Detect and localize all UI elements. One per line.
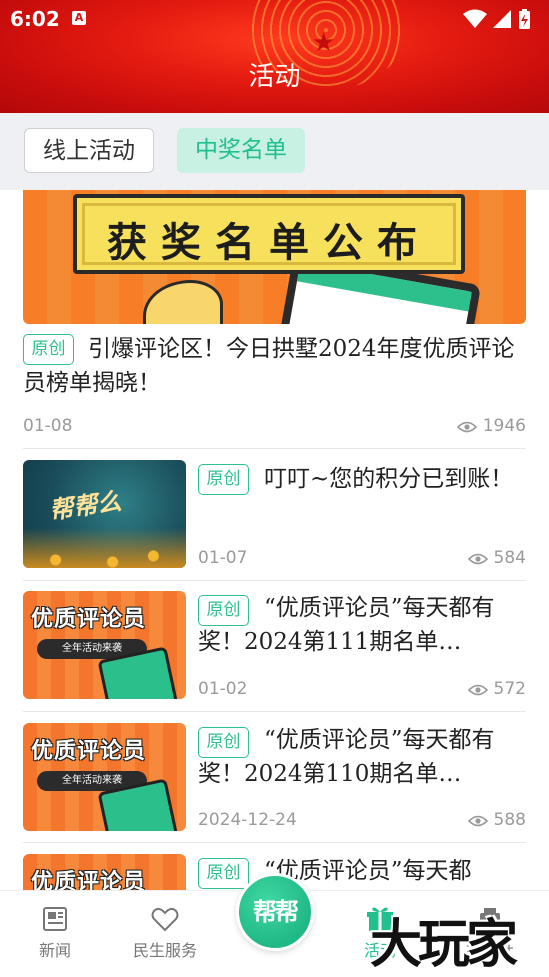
eye-icon <box>456 421 477 433</box>
heart-icon <box>151 907 179 932</box>
article-views: 1946 <box>400 416 526 436</box>
watermark-logo: 大玩家 <box>370 915 518 975</box>
article-date: 01-07 <box>198 548 248 568</box>
app-root: ★ 6:02 A 活动 线上活动 中奖名单 获奖名单公布 原创 引爆评论区！今日… <box>0 0 549 977</box>
thumb-title: 优质评论员 <box>31 870 147 890</box>
original-badge: 原创 <box>198 464 249 495</box>
article-feed[interactable]: 获奖名单公布 原创 引爆评论区！今日拱墅2024年度优质评论员榜单揭晓！ 01-… <box>0 190 549 890</box>
divider <box>23 711 526 712</box>
view-count: 584 <box>493 548 526 568</box>
article-title[interactable]: “优质评论员”每天都有奖！2024第110期名单… <box>198 723 526 795</box>
newspaper-icon <box>43 907 67 931</box>
article-thumbnail[interactable]: 优质评论员 全年活动来袭 <box>23 723 186 831</box>
article-title[interactable]: 叮叮~您的积分已到账！ <box>264 462 526 496</box>
article-banner-image[interactable]: 获奖名单公布 <box>23 190 526 324</box>
article-date: 2024-12-24 <box>198 810 297 830</box>
article-title[interactable]: “优质评论员”每天都有奖！2024第111期名单… <box>198 591 526 663</box>
bangbang-center-button[interactable]: 帮帮 <box>236 873 314 951</box>
view-count: 588 <box>493 810 526 830</box>
divider <box>23 580 526 581</box>
eye-icon <box>467 553 488 565</box>
status-bar: 6:02 A <box>0 0 549 38</box>
tab-bar: 线上活动 中奖名单 <box>0 113 549 190</box>
notification-a-icon: A <box>72 11 86 25</box>
status-icons <box>463 9 530 29</box>
article-views: 584 <box>420 548 526 568</box>
article-date: 01-02 <box>198 679 248 699</box>
view-count: 572 <box>493 679 526 699</box>
status-time: 6:02 <box>10 7 60 31</box>
thumb-title: 优质评论员 <box>31 739 147 764</box>
divider <box>23 842 526 843</box>
view-count: 1946 <box>482 416 526 436</box>
eye-icon <box>467 815 488 827</box>
article-thumbnail[interactable]: 优质评论员 <box>23 854 186 890</box>
article-title[interactable]: 引爆评论区！今日拱墅2024年度优质评论员榜单揭晓！ <box>23 332 526 400</box>
nav-news[interactable]: 新闻 <box>5 905 105 961</box>
tab-online-activities[interactable]: 线上活动 <box>24 128 154 173</box>
article-thumbnail[interactable]: 帮帮么 <box>23 460 186 568</box>
top-header: ★ 6:02 A 活动 <box>0 0 549 113</box>
eye-icon <box>467 684 488 696</box>
thumb-script-text: 帮帮么 <box>47 487 123 525</box>
article-thumbnail[interactable]: 优质评论员 全年活动来袭 <box>23 591 186 699</box>
page-title: 活动 <box>248 62 301 92</box>
nav-label: 民生服务 <box>132 941 197 960</box>
banner-leaf-decoration <box>143 280 223 324</box>
article-date: 01-08 <box>23 416 73 436</box>
signal-icon <box>493 10 511 28</box>
article-views: 588 <box>420 810 526 830</box>
nav-label: 新闻 <box>38 941 71 960</box>
divider <box>23 448 526 449</box>
thumb-title: 优质评论员 <box>31 607 147 632</box>
article-views: 572 <box>420 679 526 699</box>
banner-sign: 获奖名单公布 <box>73 194 465 274</box>
nav-livelihood-services[interactable]: 民生服务 <box>115 905 215 961</box>
wifi-icon <box>463 9 487 28</box>
tab-winner-list[interactable]: 中奖名单 <box>177 128 305 173</box>
banner-headline: 获奖名单公布 <box>107 219 431 266</box>
